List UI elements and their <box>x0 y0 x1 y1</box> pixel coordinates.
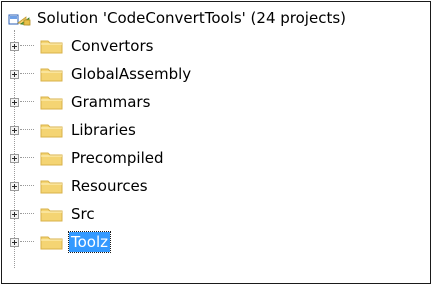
folder-icon <box>40 150 64 166</box>
tree-item-label-selected: Toolz <box>67 231 112 253</box>
tree-dotted-connector <box>20 213 34 215</box>
expand-plus-icon[interactable] <box>10 69 19 79</box>
tree-dotted-connector <box>20 101 34 103</box>
folder-icon <box>40 38 64 54</box>
expand-plus-icon[interactable] <box>10 125 19 135</box>
folder-icon <box>40 66 64 82</box>
tree-item-toolz[interactable]: Toolz <box>10 231 112 253</box>
tree-item-precompiled[interactable]: Precompiled <box>10 147 166 169</box>
tree-item-resources[interactable]: Resources <box>10 175 150 197</box>
tree-item-label: Src <box>71 205 95 223</box>
tree-item-libraries[interactable]: Libraries <box>10 119 138 141</box>
tree-dotted-connector <box>20 157 34 159</box>
tree-item-globalassembly[interactable]: GlobalAssembly <box>10 63 193 85</box>
solution-label: Solution 'CodeConvertTools' (24 projects… <box>37 9 346 27</box>
expand-plus-icon[interactable] <box>10 41 19 51</box>
folder-icon <box>40 94 64 110</box>
expand-plus-icon[interactable] <box>10 153 19 163</box>
tree-item-label: Convertors <box>71 37 154 55</box>
tree-item-grammars[interactable]: Grammars <box>10 91 152 113</box>
tree-dotted-connector <box>20 73 34 75</box>
tree-dotted-connector <box>20 185 34 187</box>
folder-icon <box>40 206 64 222</box>
tree-item-src[interactable]: Src <box>10 203 97 225</box>
expand-plus-icon[interactable] <box>10 237 19 247</box>
tree-item-label: Precompiled <box>71 149 164 167</box>
tree-dotted-connector <box>20 241 34 243</box>
tree-dotted-connector <box>20 45 34 47</box>
tree-item-label: Libraries <box>71 121 136 139</box>
expand-plus-icon[interactable] <box>10 209 19 219</box>
folder-icon <box>40 178 64 194</box>
folder-icon <box>40 234 64 250</box>
expand-plus-icon[interactable] <box>10 97 19 107</box>
tree-item-label: Grammars <box>71 93 151 111</box>
tree-item-label: GlobalAssembly <box>71 65 192 83</box>
solution-node[interactable]: Solution 'CodeConvertTools' (24 projects… <box>6 7 346 29</box>
tree-dotted-connector <box>20 129 34 131</box>
tree-item-label: Resources <box>71 177 148 195</box>
tree-item-convertors[interactable]: Convertors <box>10 35 155 57</box>
expand-plus-icon[interactable] <box>10 181 19 191</box>
solution-explorer-tree: Solution 'CodeConvertTools' (24 projects… <box>1 1 431 284</box>
folder-icon <box>40 122 64 138</box>
solution-icon <box>6 7 34 29</box>
